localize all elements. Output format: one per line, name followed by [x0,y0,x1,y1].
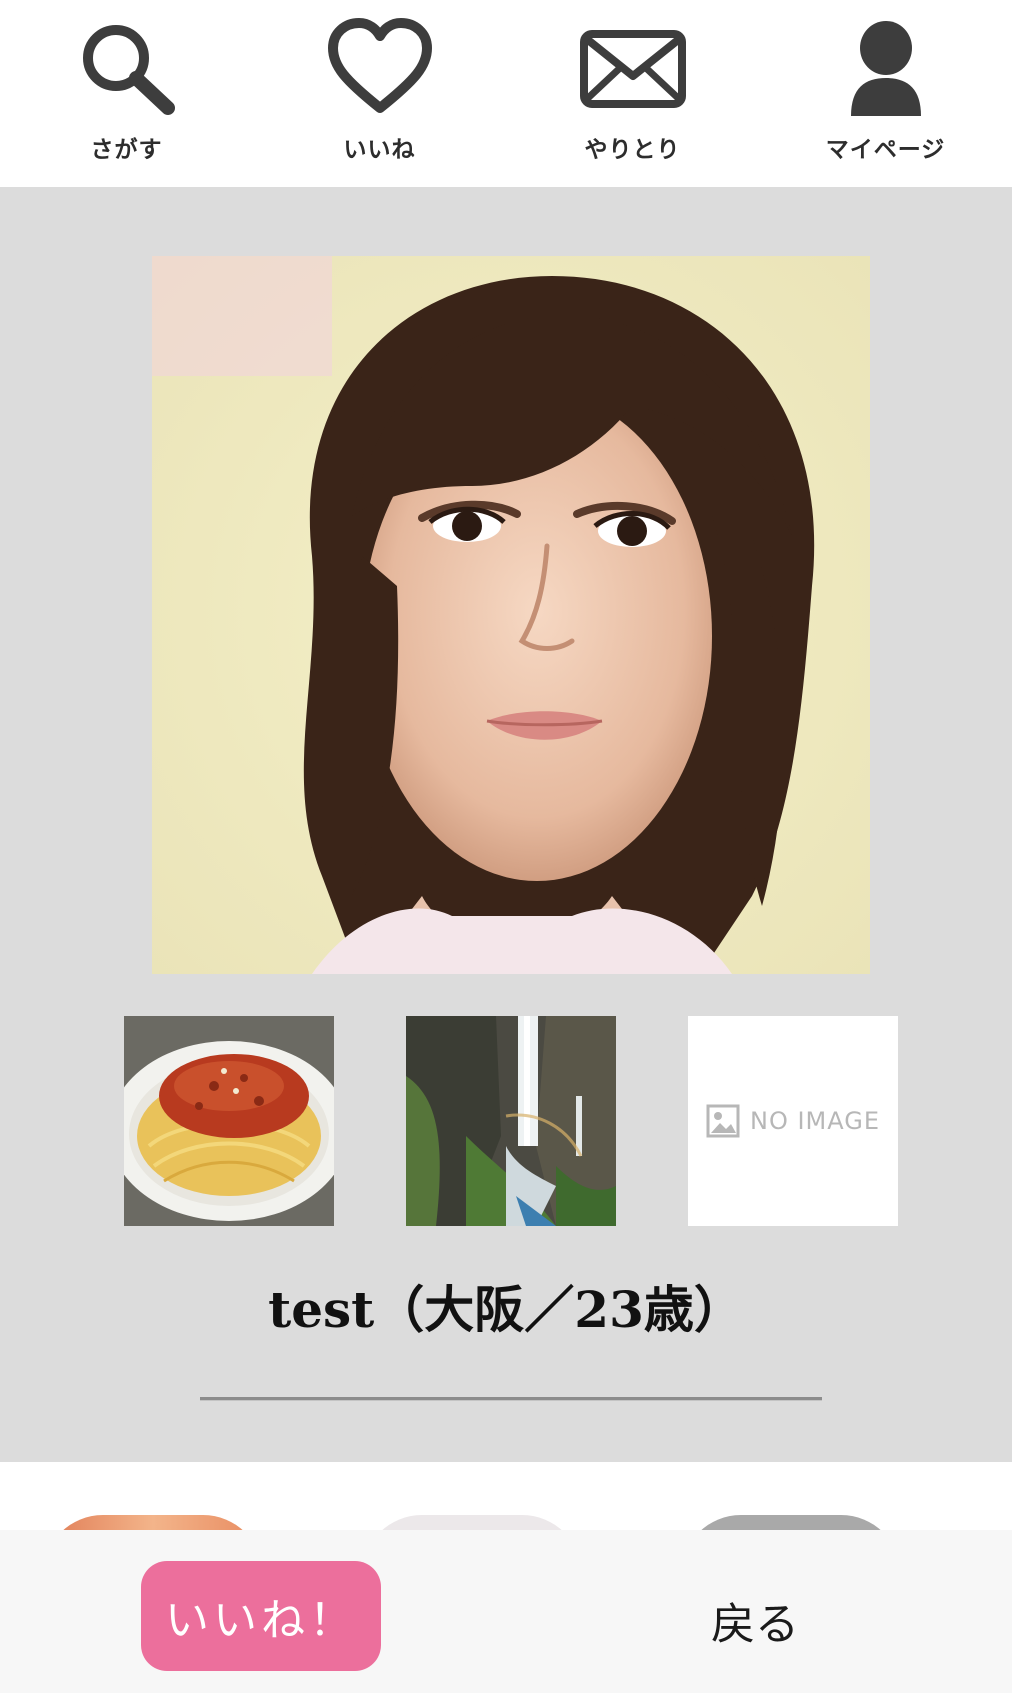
thumbnail-photo-waterfall[interactable] [406,1016,616,1226]
like-button[interactable]: いいね！ [141,1561,381,1671]
nav-item-messages[interactable]: やりとり [506,0,759,187]
thumbnail-no-image[interactable]: NO IMAGE [688,1016,898,1226]
search-icon [72,18,182,118]
top-navigation: さがす いいね やりとり マイページ [0,0,1012,187]
bottom-action-bar: いいね！ 戻る [0,1530,1012,1693]
profile-name: test（大阪／23歳） [268,1280,744,1339]
nav-item-mypage[interactable]: マイページ [759,0,1012,187]
back-button[interactable]: 戻る [680,1580,830,1660]
image-placeholder-icon [706,1104,740,1138]
mail-icon [578,18,688,118]
nav-item-search[interactable]: さがす [0,0,253,187]
nav-label-likes: いいね [343,137,416,163]
heart-icon [325,18,435,118]
nav-label-search: さがす [90,137,163,163]
profile-section: NO IMAGE test（大阪／23歳） [0,187,1012,1462]
user-icon [831,18,941,118]
nav-item-likes[interactable]: いいね [253,0,506,187]
divider [200,1397,822,1401]
main-profile-photo[interactable] [152,256,870,974]
nav-label-messages: やりとり [584,137,681,163]
no-image-text: NO IMAGE [749,1107,880,1135]
thumbnail-photo-spaghetti[interactable] [124,1016,334,1226]
nav-label-mypage: マイページ [825,137,946,163]
no-image-placeholder: NO IMAGE [706,1104,880,1138]
